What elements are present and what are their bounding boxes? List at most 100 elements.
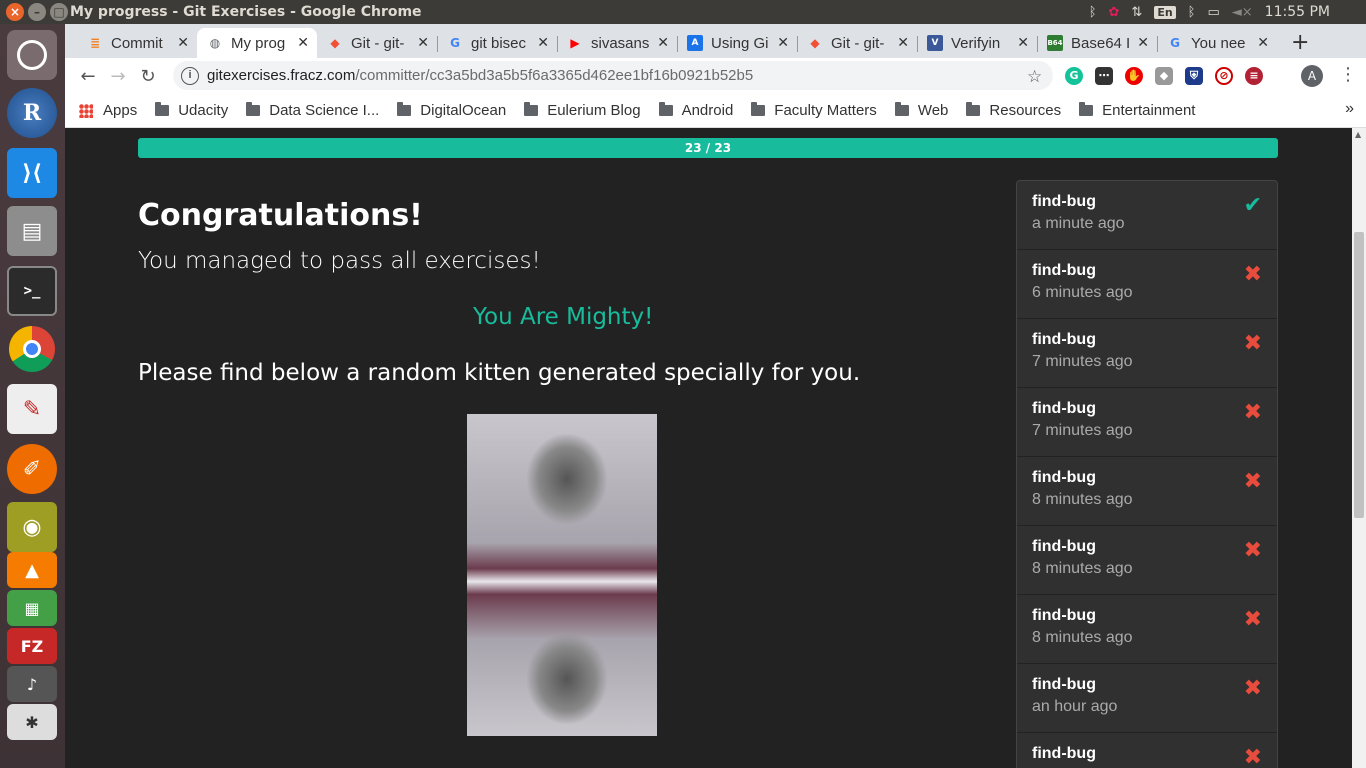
bluetooth-status-icon[interactable]: ᛒ <box>1188 5 1196 20</box>
bookmark-folder-digitalocean[interactable]: DigitalOcean <box>397 102 506 119</box>
scrollbar-thumb[interactable] <box>1354 232 1364 518</box>
r-lang-icon[interactable]: R <box>7 88 57 138</box>
document-viewer-icon[interactable]: ✎ <box>7 384 57 434</box>
network-icon[interactable]: ⇅ <box>1131 5 1142 20</box>
tab-3[interactable]: Ggit bisec ✕ <box>437 28 558 58</box>
keyboard-language-indicator[interactable]: En <box>1154 5 1176 19</box>
google-icon: G <box>450 36 460 50</box>
window-close-button[interactable]: × <box>6 3 24 21</box>
doc-icon: V <box>927 35 943 51</box>
bookmark-folder-entertainment[interactable]: Entertainment <box>1079 102 1195 119</box>
tab-8[interactable]: B64 Base64 I ✕ <box>1037 28 1158 58</box>
tab-9[interactable]: G You nee ✕ <box>1157 28 1277 58</box>
kitten-caption: Please find below a random kitten genera… <box>138 360 861 386</box>
bookmark-apps[interactable]: Apps <box>65 102 137 119</box>
cube-extension-icon[interactable]: ◆ <box>1155 67 1173 85</box>
battery-icon[interactable]: ▭ <box>1207 5 1219 20</box>
window-maximize-button[interactable]: □ <box>50 3 68 21</box>
chrome-icon[interactable] <box>9 326 55 372</box>
bluetooth-icon[interactable]: ᛒ <box>1089 5 1097 20</box>
office-suite-icon[interactable]: ▦ <box>7 590 57 626</box>
tab-1-active[interactable]: ◍ My prog ✕ <box>197 28 317 58</box>
tab-0[interactable]: ≣ Commit ✕ <box>77 28 198 58</box>
flag-extension-icon[interactable]: ≡ <box>1245 67 1263 85</box>
forward-button[interactable]: → <box>103 66 133 87</box>
mighty-message: You Are Mighty! <box>473 304 654 330</box>
window-minimize-button[interactable]: – <box>28 3 46 21</box>
tab-close-icon[interactable]: ✕ <box>177 35 189 51</box>
cross-icon: ✖ <box>1243 607 1262 632</box>
new-tab-button[interactable]: + <box>1291 30 1309 55</box>
tab-close-icon[interactable]: ✕ <box>417 35 429 51</box>
tab-close-icon[interactable]: ✕ <box>777 35 789 51</box>
address-bar[interactable]: i gitexercises.fracz.com/committer/cc3a5… <box>173 61 1053 90</box>
attempt-item[interactable]: find-bug ✖ <box>1017 733 1277 768</box>
back-button[interactable]: ← <box>73 66 103 87</box>
bookmark-folder-resources[interactable]: Resources <box>966 102 1061 119</box>
folder-icon <box>894 102 909 116</box>
software-icon[interactable]: ✱ <box>7 704 57 740</box>
bookmark-folder-web[interactable]: Web <box>894 102 948 119</box>
filezilla-icon[interactable]: FZ <box>7 628 57 664</box>
tab-5[interactable]: A Using Gi ✕ <box>677 28 798 58</box>
browser-chrome: ≣ Commit ✕ ◍ My prog ✕ ◆ Git - git- ✕ Ggit bis… <box>65 24 1366 128</box>
tab-close-icon[interactable]: ✕ <box>297 35 309 51</box>
tab-7[interactable]: V Verifyin ✕ <box>917 28 1038 58</box>
terminal-icon[interactable]: >_ <box>7 266 57 316</box>
appveyor-icon: A <box>687 35 703 51</box>
postman-icon[interactable]: ✐ <box>7 444 57 494</box>
extension-dots-icon[interactable]: ⋯ <box>1095 67 1113 85</box>
attempt-item[interactable]: find-bug an hour ago ✖ <box>1017 664 1277 733</box>
attempt-item[interactable]: find-bug 8 minutes ago ✖ <box>1017 457 1277 526</box>
window-controls: × – □ <box>0 3 70 21</box>
attempt-item[interactable]: find-bug a minute ago ✔ <box>1017 181 1277 250</box>
blocker-extension-icon[interactable]: ⊘ <box>1215 67 1233 85</box>
attempt-item[interactable]: find-bug 6 minutes ago ✖ <box>1017 250 1277 319</box>
git-icon: ◆ <box>810 36 820 50</box>
app-launcher-icon[interactable]: ♪ <box>7 666 57 702</box>
ubuntu-dash-icon[interactable] <box>7 30 57 80</box>
attempt-item[interactable]: find-bug 8 minutes ago ✖ <box>1017 595 1277 664</box>
attempt-item[interactable]: find-bug 7 minutes ago ✖ <box>1017 388 1277 457</box>
tab-close-icon[interactable]: ✕ <box>897 35 909 51</box>
bookmarks-overflow-button[interactable]: » <box>1345 100 1354 118</box>
bookmark-folder-eulerium[interactable]: Eulerium Blog <box>524 102 641 119</box>
page-scrollbar[interactable]: ▲ <box>1352 128 1366 768</box>
slack-icon[interactable]: ✿ <box>1109 5 1120 20</box>
image-viewer-icon[interactable]: ◉ <box>7 502 57 552</box>
volume-muted-icon[interactable]: ◄× <box>1232 5 1253 20</box>
site-info-icon[interactable]: i <box>181 66 199 85</box>
chrome-menu-icon[interactable]: ⋮ <box>1339 64 1357 85</box>
tab-close-icon[interactable]: ✕ <box>537 35 549 51</box>
vscode-icon[interactable]: ⟩⟨ <box>7 148 57 198</box>
shield-extension-icon[interactable]: ⛨ <box>1185 67 1203 85</box>
attempt-item[interactable]: find-bug 7 minutes ago ✖ <box>1017 319 1277 388</box>
globe-icon: ◍ <box>209 36 221 50</box>
bookmark-folder-faculty[interactable]: Faculty Matters <box>751 102 877 119</box>
file-manager-icon[interactable]: ▤ <box>7 206 57 256</box>
tab-4[interactable]: ▶ sivasans ✕ <box>557 28 678 58</box>
tab-6[interactable]: ◆ Git - git- ✕ <box>797 28 918 58</box>
attempts-list: find-bug a minute ago ✔ find-bug 6 minutes … <box>1016 180 1278 768</box>
vlc-icon[interactable]: ▲ <box>7 552 57 588</box>
tab-close-icon[interactable]: ✕ <box>1137 35 1149 51</box>
clock[interactable]: 11:55 PM <box>1265 4 1330 20</box>
reload-button[interactable]: ↻ <box>133 66 163 87</box>
check-icon: ✔ <box>1243 193 1262 218</box>
scroll-up-arrow-icon[interactable]: ▲ <box>1355 130 1361 139</box>
bookmark-star-icon[interactable]: ☆ <box>1027 67 1042 87</box>
bookmark-folder-data-science[interactable]: Data Science I... <box>246 102 379 119</box>
extensions: G ⋯ ✋ ◆ ⛨ ⊘ ≡ <box>1065 67 1263 85</box>
grammarly-icon[interactable]: G <box>1065 67 1083 85</box>
tab-2[interactable]: ◆ Git - git- ✕ <box>317 28 438 58</box>
browser-toolbar: ← → ↻ i gitexercises.fracz.com/committer… <box>65 58 1366 94</box>
adblock-icon[interactable]: ✋ <box>1125 67 1143 85</box>
url-path: /committer/cc3a5bd3a5b5f6a3365d462ee1bf1… <box>355 67 754 84</box>
tab-close-icon[interactable]: ✕ <box>1257 35 1269 51</box>
tab-close-icon[interactable]: ✕ <box>1017 35 1029 51</box>
bookmark-folder-udacity[interactable]: Udacity <box>155 102 228 119</box>
bookmark-folder-android[interactable]: Android <box>658 102 733 119</box>
attempt-item[interactable]: find-bug 8 minutes ago ✖ <box>1017 526 1277 595</box>
profile-avatar[interactable]: A <box>1301 65 1323 87</box>
tab-close-icon[interactable]: ✕ <box>657 35 669 51</box>
